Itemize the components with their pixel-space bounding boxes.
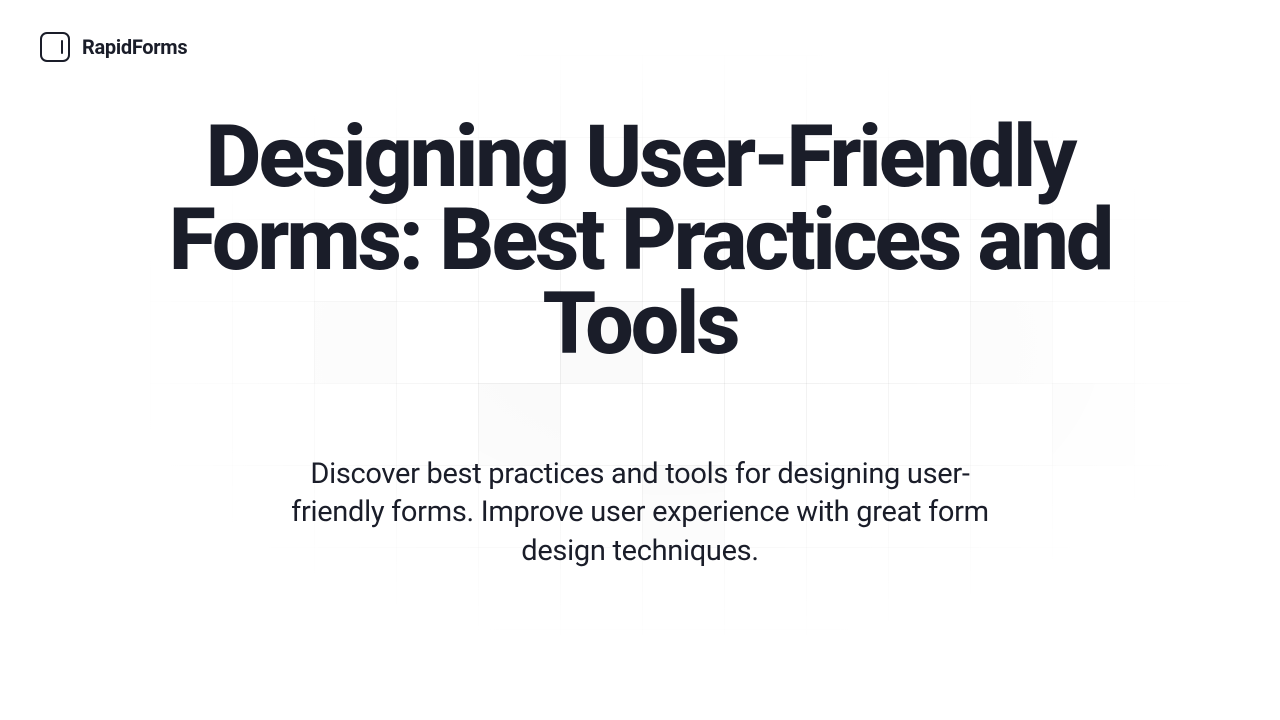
page-title: Designing User-Friendly Forms: Best Prac… <box>120 115 1160 365</box>
logo-icon[interactable] <box>40 32 70 62</box>
brand-name[interactable]: RapidForms <box>82 35 187 59</box>
hero-content: Designing User-Friendly Forms: Best Prac… <box>120 115 1160 570</box>
logo-icon-bar <box>61 40 63 54</box>
site-header: RapidForms <box>40 32 187 62</box>
page-subtitle: Discover best practices and tools for de… <box>270 455 1010 570</box>
